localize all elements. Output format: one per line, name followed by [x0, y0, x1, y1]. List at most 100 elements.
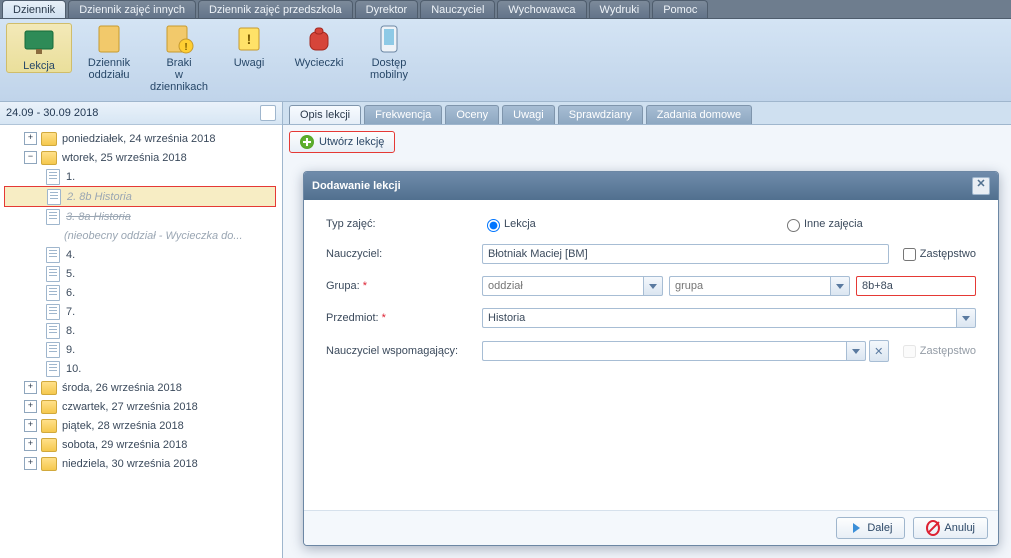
- grupa-combo[interactable]: [669, 276, 850, 296]
- ribbon-braki-w-dziennikach[interactable]: !Brakiw dziennikach: [146, 23, 212, 93]
- sub-tab-sprawdziany[interactable]: Sprawdziany: [558, 105, 643, 124]
- sub-tab-frekwencja[interactable]: Frekwencja: [364, 105, 442, 124]
- expand-icon[interactable]: +: [24, 457, 37, 470]
- close-icon[interactable]: ✕: [972, 177, 990, 195]
- ribbon-dostęp-mobilny[interactable]: Dostępmobilny: [356, 23, 422, 81]
- tree-lesson[interactable]: 9.: [4, 340, 282, 359]
- board-icon: [23, 26, 55, 58]
- folder-icon: [41, 132, 57, 146]
- radio-inne-input[interactable]: [787, 219, 800, 232]
- tree-day[interactable]: +środa, 26 września 2018: [4, 378, 282, 397]
- assisting-teacher-combo[interactable]: [482, 341, 866, 361]
- cancel-button[interactable]: Anuluj: [913, 517, 988, 539]
- chevron-down-icon[interactable]: [846, 341, 866, 361]
- tree-lesson[interactable]: 6.: [4, 283, 282, 302]
- create-lesson-button[interactable]: Utwórz lekcję: [289, 131, 395, 153]
- mobile-icon: [373, 23, 405, 55]
- ribbon-wycieczki[interactable]: Wycieczki: [286, 23, 352, 69]
- tree-lesson-note: (nieobecny oddział - Wycieczka do...: [4, 226, 282, 245]
- page-icon: [46, 266, 60, 282]
- label-nw: Nauczyciel wspomagający:: [326, 345, 482, 357]
- collapse-icon[interactable]: −: [24, 151, 37, 164]
- sub-tab-oceny[interactable]: Oceny: [445, 105, 499, 124]
- page-icon: [47, 189, 61, 205]
- dialog-body: Typ zajęć: Lekcja Inne zajęcia: [304, 200, 998, 510]
- oddzial-combo[interactable]: [482, 276, 663, 296]
- folder-icon: [41, 438, 57, 452]
- rooms-field[interactable]: [856, 276, 976, 296]
- tree-lesson[interactable]: 1.: [4, 167, 282, 186]
- sub-tab-opis-lekcji[interactable]: Opis lekcji: [289, 105, 361, 124]
- tree-lesson[interactable]: 4.: [4, 245, 282, 264]
- subject-input[interactable]: [482, 308, 956, 328]
- tree-day[interactable]: −wtorek, 25 września 2018: [4, 148, 282, 167]
- tree-day[interactable]: +sobota, 29 września 2018: [4, 435, 282, 454]
- tree-lesson[interactable]: 5.: [4, 264, 282, 283]
- menu-tab-dziennik-zajęć-innych[interactable]: Dziennik zajęć innych: [68, 0, 196, 18]
- folder-icon: [41, 400, 57, 414]
- substitute-check-1[interactable]: Zastępstwo: [899, 245, 976, 264]
- expand-icon[interactable]: +: [24, 132, 37, 145]
- tree-lesson[interactable]: 3. 8a Historia: [4, 207, 282, 226]
- subject-combo[interactable]: [482, 308, 976, 328]
- menu-tab-dyrektor[interactable]: Dyrektor: [355, 0, 419, 18]
- expand-icon[interactable]: +: [24, 381, 37, 394]
- oddzial-input[interactable]: [482, 276, 643, 296]
- grupa-input[interactable]: [669, 276, 830, 296]
- date-range-text: 24.09 - 30.09 2018: [6, 107, 98, 119]
- folder-icon: [41, 381, 57, 395]
- dialog-titlebar[interactable]: Dodawanie lekcji ✕: [304, 172, 998, 200]
- page-icon: [46, 361, 60, 377]
- ribbon-uwagi[interactable]: !Uwagi: [216, 23, 282, 69]
- radio-lekcja[interactable]: Lekcja: [482, 216, 722, 232]
- menu-tab-wychowawca[interactable]: Wychowawca: [497, 0, 586, 18]
- tree-day[interactable]: +poniedziałek, 24 września 2018: [4, 129, 282, 148]
- menu-tab-dziennik-zajęć-przedszkola[interactable]: Dziennik zajęć przedszkola: [198, 0, 353, 18]
- tree-day[interactable]: +piątek, 28 września 2018: [4, 416, 282, 435]
- lesson-tree: +poniedziałek, 24 września 2018−wtorek, …: [0, 125, 282, 558]
- substitute-checkbox-2: [903, 345, 916, 358]
- menu-tab-wydruki[interactable]: Wydruki: [589, 0, 651, 18]
- menu-tab-pomoc[interactable]: Pomoc: [652, 0, 708, 18]
- tree-lesson[interactable]: 2. 8b Historia: [4, 186, 276, 207]
- page-icon: [46, 342, 60, 358]
- clear-icon[interactable]: ✕: [869, 340, 889, 362]
- date-range-header[interactable]: 24.09 - 30.09 2018: [0, 102, 282, 125]
- menu-tab-dziennik[interactable]: Dziennik: [2, 0, 66, 18]
- folder-icon: [41, 151, 57, 165]
- folder-icon: [41, 457, 57, 471]
- next-button[interactable]: Dalej: [836, 517, 905, 539]
- label-grupa: Grupa: *: [326, 280, 482, 292]
- chevron-down-icon[interactable]: [643, 276, 663, 296]
- expand-icon[interactable]: +: [24, 419, 37, 432]
- page-icon: [46, 285, 60, 301]
- plus-icon: [300, 135, 314, 149]
- chevron-down-icon[interactable]: [956, 308, 976, 328]
- ribbon-toolbar: LekcjaDziennikoddziału!Brakiw dziennikac…: [0, 19, 1011, 102]
- sub-tab-zadania-domowe[interactable]: Zadania domowe: [646, 105, 752, 124]
- chevron-down-icon[interactable]: [830, 276, 850, 296]
- assisting-teacher-input[interactable]: [482, 341, 846, 361]
- ribbon-dziennik-oddziału[interactable]: Dziennikoddziału: [76, 23, 142, 81]
- content-area: Opis lekcjiFrekwencjaOcenyUwagiSprawdzia…: [283, 102, 1011, 558]
- book-warn-icon: !: [163, 23, 195, 55]
- menu-tab-nauczyciel[interactable]: Nauczyciel: [420, 0, 495, 18]
- workspace: 24.09 - 30.09 2018 +poniedziałek, 24 wrz…: [0, 102, 1011, 558]
- tree-lesson[interactable]: 7.: [4, 302, 282, 321]
- tree-day[interactable]: +niedziela, 30 września 2018: [4, 454, 282, 473]
- expand-icon[interactable]: +: [24, 438, 37, 451]
- substitute-check-2[interactable]: Zastępstwo: [899, 342, 976, 361]
- substitute-checkbox-1[interactable]: [903, 248, 916, 261]
- tree-lesson[interactable]: 10.: [4, 359, 282, 378]
- teacher-field[interactable]: [482, 244, 889, 264]
- radio-inne[interactable]: Inne zajęcia: [782, 216, 863, 232]
- calendar-icon[interactable]: [260, 105, 276, 121]
- page-icon: [46, 169, 60, 185]
- ribbon-lekcja[interactable]: Lekcja: [6, 23, 72, 73]
- radio-lekcja-input[interactable]: [487, 219, 500, 232]
- expand-icon[interactable]: +: [24, 400, 37, 413]
- tree-lesson[interactable]: 8.: [4, 321, 282, 340]
- svg-text:!: !: [184, 42, 187, 53]
- tree-day[interactable]: +czwartek, 27 września 2018: [4, 397, 282, 416]
- sub-tab-uwagi[interactable]: Uwagi: [502, 105, 555, 124]
